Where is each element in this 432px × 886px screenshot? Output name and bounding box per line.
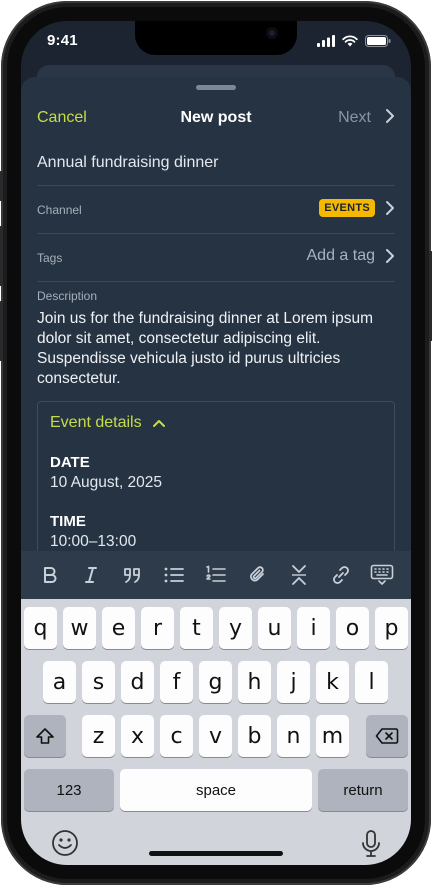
- channel-selector[interactable]: EVENTS: [319, 199, 395, 217]
- key-l[interactable]: l: [355, 661, 388, 703]
- volume-up-button: [0, 226, 3, 286]
- event-details-panel: Event details DATE 10 August, 2025 TIME …: [37, 401, 395, 551]
- screen: 9:41 Cancel New post Next Annual fundrai…: [21, 21, 411, 865]
- next-button[interactable]: Next: [338, 109, 371, 127]
- key-y[interactable]: y: [219, 607, 252, 649]
- formatting-toolbar: [21, 551, 411, 599]
- front-camera: [266, 27, 278, 39]
- bullet-list-icon[interactable]: [160, 561, 188, 589]
- date-value[interactable]: 10 August, 2025: [50, 474, 162, 492]
- status-bar: 9:41: [21, 21, 411, 65]
- key-r[interactable]: r: [141, 607, 174, 649]
- tags-selector[interactable]: Add a tag: [307, 247, 396, 265]
- shift-key[interactable]: [24, 715, 66, 757]
- bold-icon[interactable]: [36, 561, 64, 589]
- key-u[interactable]: u: [258, 607, 291, 649]
- delete-key[interactable]: [366, 715, 408, 757]
- key-i[interactable]: i: [297, 607, 330, 649]
- quote-icon[interactable]: [119, 561, 147, 589]
- key-c[interactable]: c: [160, 715, 193, 757]
- wifi-icon: [342, 35, 358, 47]
- keyboard-hide-icon[interactable]: [368, 561, 396, 589]
- chevron-right-icon[interactable]: [385, 107, 395, 125]
- dynamic-island: [135, 21, 297, 55]
- key-w[interactable]: w: [63, 607, 96, 649]
- time-value[interactable]: 10:00–13:00: [50, 533, 136, 551]
- battery-icon: [365, 35, 391, 47]
- emoji-icon[interactable]: [51, 829, 79, 857]
- tags-label: Tags: [37, 251, 63, 265]
- divider: [37, 185, 395, 186]
- key-e[interactable]: e: [102, 607, 135, 649]
- add-tag-placeholder: Add a tag: [306, 247, 376, 264]
- return-key[interactable]: return: [318, 769, 408, 811]
- key-j[interactable]: j: [277, 661, 310, 703]
- key-p[interactable]: p: [375, 607, 408, 649]
- time-label: TIME: [50, 513, 86, 530]
- key-f[interactable]: f: [160, 661, 193, 703]
- key-v[interactable]: v: [199, 715, 232, 757]
- key-s[interactable]: s: [82, 661, 115, 703]
- collapse-icon[interactable]: [285, 561, 313, 589]
- key-n[interactable]: n: [277, 715, 310, 757]
- description-field[interactable]: Join us for the fundraising dinner at Lo…: [37, 309, 393, 389]
- key-z[interactable]: z: [82, 715, 115, 757]
- chevron-up-icon: [152, 420, 165, 427]
- channel-badge: EVENTS: [319, 199, 375, 217]
- key-k[interactable]: k: [316, 661, 349, 703]
- event-details-toggle[interactable]: Event details: [50, 414, 166, 432]
- key-d[interactable]: d: [121, 661, 154, 703]
- volume-down-button: [0, 301, 3, 361]
- status-icons: [317, 35, 391, 47]
- key-x[interactable]: x: [121, 715, 154, 757]
- cellular-signal-icon: [317, 35, 335, 47]
- sheet-grabber[interactable]: [196, 85, 236, 90]
- chevron-right-icon: [386, 201, 394, 215]
- microphone-icon[interactable]: [361, 829, 381, 859]
- status-time: 9:41: [47, 32, 78, 49]
- key-h[interactable]: h: [238, 661, 271, 703]
- mute-switch: [0, 171, 3, 201]
- sheet-nav-bar: Cancel New post Next: [21, 99, 411, 139]
- attachment-icon[interactable]: [244, 561, 272, 589]
- key-o[interactable]: o: [336, 607, 369, 649]
- divider: [37, 233, 395, 234]
- key-g[interactable]: g: [199, 661, 232, 703]
- chevron-right-icon: [386, 249, 394, 263]
- key-b[interactable]: b: [238, 715, 271, 757]
- shift-icon: [36, 728, 54, 744]
- date-label: DATE: [50, 454, 90, 471]
- backspace-icon: [375, 728, 399, 744]
- key-q[interactable]: q: [24, 607, 57, 649]
- divider: [37, 281, 395, 282]
- post-title-field[interactable]: Annual fundraising dinner: [37, 154, 218, 172]
- post-form: Annual fundraising dinner Channel EVENTS…: [21, 137, 411, 551]
- keyboard: q w e r t y u i o p a s d f g h j k l z …: [21, 599, 411, 865]
- numbered-list-icon[interactable]: [202, 561, 230, 589]
- description-label: Description: [37, 289, 98, 303]
- link-icon[interactable]: [327, 561, 355, 589]
- italic-icon[interactable]: [77, 561, 105, 589]
- event-details-header: Event details: [50, 414, 142, 431]
- numbers-key[interactable]: 123: [24, 769, 114, 811]
- key-m[interactable]: m: [316, 715, 349, 757]
- key-t[interactable]: t: [180, 607, 213, 649]
- key-a[interactable]: a: [43, 661, 76, 703]
- home-indicator: [149, 851, 283, 856]
- channel-label: Channel: [37, 203, 82, 217]
- space-key[interactable]: space: [120, 769, 312, 811]
